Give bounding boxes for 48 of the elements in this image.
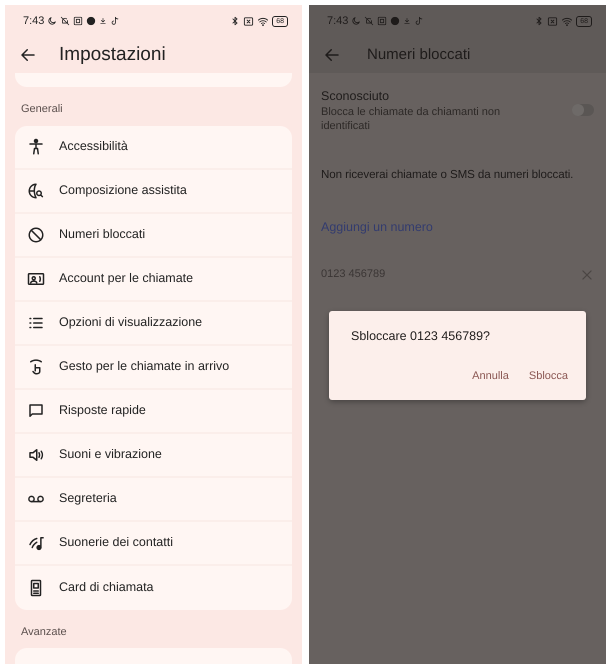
settings-item[interactable]: Card di chiamata xyxy=(59,578,154,597)
moon-icon xyxy=(351,16,362,26)
back-icon[interactable] xyxy=(19,46,37,64)
settings-item[interactable]: Opzioni di visualizzazione xyxy=(59,313,202,332)
app-icon xyxy=(377,16,388,26)
moon-icon xyxy=(47,16,58,26)
dialog-message: Sbloccare 0123 456789? xyxy=(351,328,492,345)
settings-item[interactable]: Account per le chiamate xyxy=(59,269,194,288)
dialog-button[interactable]: Annulla xyxy=(464,364,517,388)
circle-app-icon xyxy=(86,16,96,26)
settings-item[interactable]: Risposte rapide xyxy=(59,401,146,420)
settings-item[interactable]: Gesto per le chiamate in arrivo xyxy=(59,357,230,376)
info-text: Non riceverai chiamate o SMS da numeri bloccati. xyxy=(321,167,574,184)
accessibility-icon xyxy=(27,138,45,156)
app-icon xyxy=(73,16,84,26)
settings-item[interactable]: Accessibilità xyxy=(59,137,128,156)
notifications-off-icon xyxy=(60,16,70,26)
wifi-icon xyxy=(561,16,574,26)
status-time: 7:43 xyxy=(327,14,348,29)
download-icon xyxy=(99,17,108,25)
wifi-icon xyxy=(257,16,270,26)
section-heading: Generali xyxy=(20,102,64,117)
settings-item[interactable]: Suoni e vibrazione xyxy=(59,445,162,464)
music-app-icon xyxy=(110,16,120,26)
page-title: Impostazioni xyxy=(59,42,166,67)
chat-bubble-icon xyxy=(27,402,45,420)
dialog-button[interactable]: Sblocca xyxy=(520,364,576,388)
hand-gesture-icon xyxy=(27,358,45,376)
setting-description: Blocca le chiamate da chiamanti non identificati xyxy=(321,106,502,134)
circle-app-icon xyxy=(390,16,400,26)
close-icon[interactable] xyxy=(580,268,594,282)
settings-item[interactable]: Numeri bloccati xyxy=(59,225,146,244)
music-app-icon xyxy=(414,16,424,26)
sim-off-icon xyxy=(243,16,254,26)
globe-search-icon xyxy=(27,182,45,200)
section-heading: Avanzate xyxy=(20,624,68,640)
block-icon xyxy=(27,226,45,244)
bluetooth-icon xyxy=(230,16,240,26)
settings-item[interactable]: Suonerie dei contatti xyxy=(59,533,173,552)
notifications-off-icon xyxy=(364,16,374,26)
status-time: 7:43 xyxy=(23,14,44,29)
settings-item[interactable]: Composizione assistita xyxy=(59,181,187,200)
sim-off-icon xyxy=(547,16,558,26)
settings-item[interactable]: Segreteria xyxy=(59,489,117,508)
download-icon xyxy=(403,17,412,25)
setting-label: Sconosciuto xyxy=(321,88,390,105)
bluetooth-icon xyxy=(534,16,544,26)
page-title: Numeri bloccati xyxy=(367,44,470,65)
